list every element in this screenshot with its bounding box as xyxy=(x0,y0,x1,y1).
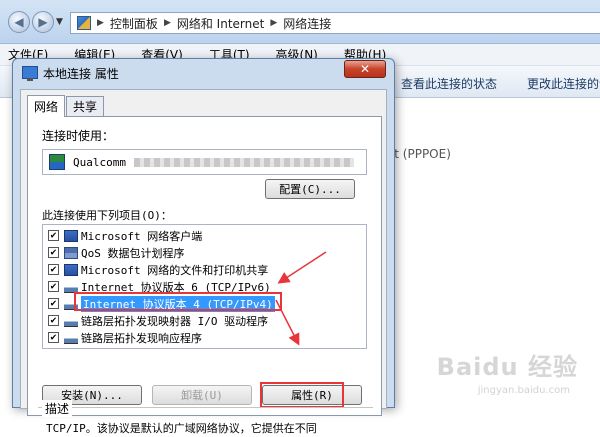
properties-highlight-box xyxy=(260,382,344,408)
explorer-address-area: ◀ ▶ ▼ ▶ 控制面板 ▶ 网络和 Internet ▶ 网络连接 xyxy=(0,0,600,44)
item-label: 链路层拓扑发现响应程序 xyxy=(81,331,202,345)
close-icon: ✕ xyxy=(359,62,371,76)
chevron-right-icon[interactable]: ▶ xyxy=(270,18,277,28)
list-item[interactable]: ✔ Microsoft 网络的文件和打印机共享 xyxy=(43,261,268,278)
checkbox[interactable]: ✔ xyxy=(48,264,59,275)
description-group: 描述 TCP/IP。该协议是默认的广域网络协议，它提供在不同 xyxy=(38,400,373,437)
forward-arrow-icon: ▶ xyxy=(38,15,48,29)
forward-button[interactable]: ▶ xyxy=(32,11,54,33)
list-item[interactable]: ✔ Microsoft 网络客户端 xyxy=(43,227,202,244)
checkbox[interactable]: ✔ xyxy=(48,332,59,343)
breadcrumb-network-internet[interactable]: 网络和 Internet xyxy=(177,15,264,32)
checkbox[interactable]: ✔ xyxy=(48,281,59,292)
protocol-icon xyxy=(64,331,78,344)
connect-using-label: 连接时使用： xyxy=(42,129,115,143)
blurred-adapter-details xyxy=(133,157,354,167)
adapter-box: Qualcomm xyxy=(42,149,367,175)
checkbox[interactable]: ✔ xyxy=(48,247,59,258)
uninstall-button[interactable]: 卸载(U) xyxy=(152,385,252,405)
watermark-url: jingyan.baidu.com xyxy=(477,385,570,396)
network-card-icon xyxy=(49,154,65,170)
list-item[interactable]: ✔ 链路层拓扑发现映射器 I/O 驱动程序 xyxy=(43,312,268,329)
dialog-client-area: 网络 共享 连接时使用： Qualcomm 配置(C)... 此连接使用下列项目… xyxy=(20,89,387,435)
item-label: 链路层拓扑发现映射器 I/O 驱动程序 xyxy=(81,314,269,328)
breadcrumb-control-panel[interactable]: 控制面板 xyxy=(110,15,158,32)
chevron-right-icon[interactable]: ▶ xyxy=(97,18,104,28)
change-settings-button[interactable]: 更改此连接的设置 xyxy=(527,75,600,92)
checkbox[interactable]: ✔ xyxy=(48,298,59,309)
checkbox[interactable]: ✔ xyxy=(48,230,59,241)
close-button[interactable]: ✕ xyxy=(344,60,386,78)
configure-button[interactable]: 配置(C)... xyxy=(265,179,355,199)
properties-dialog: 本地连接 属性 ✕ 网络 共享 连接时使用： Qualcomm 配置(C)...… xyxy=(12,58,395,435)
breadcrumb-network-connections[interactable]: 网络连接 xyxy=(283,15,331,32)
ipv4-highlight-box xyxy=(74,292,282,311)
list-item[interactable]: ✔ 链路层拓扑发现响应程序 xyxy=(43,329,202,346)
tab-sharing-label: 共享 xyxy=(73,100,98,114)
item-label: Microsoft 网络的文件和打印机共享 xyxy=(81,263,269,277)
items-label: 此连接使用下列项目(O)： xyxy=(42,209,172,222)
address-bar[interactable]: ▶ 控制面板 ▶ 网络和 Internet ▶ 网络连接 xyxy=(70,12,600,34)
dialog-title-bar[interactable]: 本地连接 属性 ✕ xyxy=(13,59,394,85)
scheduler-icon xyxy=(64,246,78,259)
checkbox[interactable]: ✔ xyxy=(48,315,59,326)
back-arrow-icon: ◀ xyxy=(14,15,24,29)
components-list[interactable]: ✔ Microsoft 网络客户端 ✔ QoS 数据包计划程序 ✔ Micros… xyxy=(42,224,367,349)
history-dropdown-icon[interactable]: ▼ xyxy=(56,17,63,27)
protocol-icon xyxy=(64,314,78,327)
dialog-title: 本地连接 属性 xyxy=(43,67,119,81)
list-item[interactable]: ✔ QoS 数据包计划程序 xyxy=(43,244,185,261)
tab-sharing[interactable]: 共享 xyxy=(66,96,105,116)
control-panel-icon xyxy=(77,16,91,30)
network-client-icon xyxy=(64,229,78,242)
network-adapter-icon xyxy=(22,66,38,81)
chevron-right-icon[interactable]: ▶ xyxy=(164,18,171,28)
description-label: 描述 xyxy=(42,400,73,417)
adapter-name: Qualcomm xyxy=(73,155,126,169)
back-button[interactable]: ◀ xyxy=(8,11,30,33)
item-label: Microsoft 网络客户端 xyxy=(81,229,203,243)
protocol-icon xyxy=(64,280,78,293)
watermark-logo: Baidu 经验 xyxy=(436,353,578,381)
network-tab-panel: 连接时使用： Qualcomm 配置(C)... 此连接使用下列项目(O)： ✔… xyxy=(27,116,382,435)
file-share-icon xyxy=(64,263,78,276)
view-status-button[interactable]: 查看此连接的状态 xyxy=(401,75,497,92)
tab-network[interactable]: 网络 xyxy=(27,95,66,117)
description-text: TCP/IP。该协议是默认的广域网络协议，它提供在不同 xyxy=(46,422,317,435)
tab-network-label: 网络 xyxy=(34,100,59,114)
item-label: QoS 数据包计划程序 xyxy=(81,246,185,260)
